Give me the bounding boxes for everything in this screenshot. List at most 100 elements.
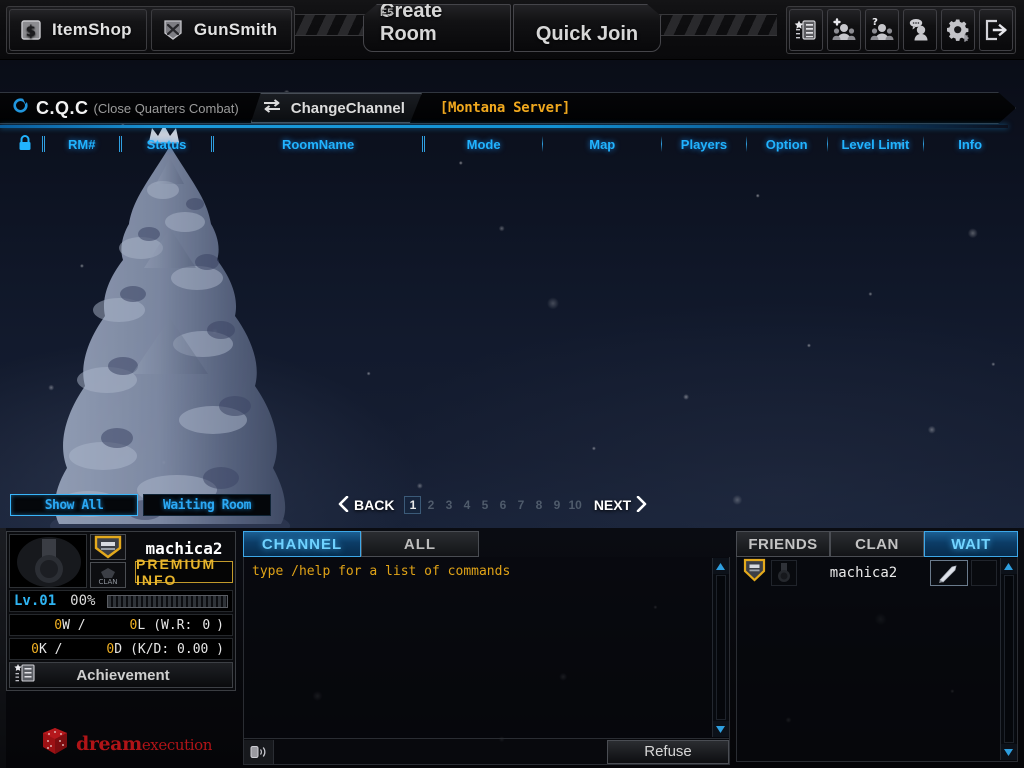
tab-clan[interactable]: CLAN: [830, 531, 924, 557]
utility-icon-group: ?: [786, 6, 1016, 54]
quick-join-button[interactable]: Quick Join: [513, 4, 661, 52]
column-header-option[interactable]: Option: [747, 137, 827, 152]
room-list-footer: Show All Waiting Room BACK 1 2 3 4 5 6 7…: [0, 494, 1024, 528]
page-back-label: BACK: [354, 497, 395, 513]
chat-message-area[interactable]: type /help for a list of commands: [243, 557, 730, 739]
settings-gear-icon-button[interactable]: [941, 9, 975, 51]
page-number-9[interactable]: 9: [548, 496, 565, 514]
logo-wordmark: dreamexecution: [76, 733, 212, 755]
refresh-channel-icon[interactable]: [12, 97, 29, 119]
tab-wait[interactable]: WAIT: [924, 531, 1018, 557]
page-next-button[interactable]: NEXT: [593, 495, 647, 515]
tab-all[interactable]: ALL: [361, 531, 479, 557]
channel-bar: C.Q.C (Close Quarters Combat) ChangeChan…: [0, 92, 1016, 124]
friend-empty-slot: [971, 560, 997, 586]
show-all-filter-button[interactable]: Show All: [10, 494, 138, 516]
column-header-info[interactable]: Info: [924, 137, 1016, 152]
premium-info-button[interactable]: PREMIUM INFO: [135, 556, 233, 588]
profile-header-row: CLAN machica2 PREMIUM INFO: [9, 534, 233, 588]
kills-unit: K /: [38, 641, 63, 657]
chat-message: type /help for a list of commands: [252, 564, 511, 579]
chat-tab-row: CHANNEL ALL: [243, 531, 730, 557]
friends-list-area[interactable]: machica2: [736, 557, 1018, 762]
exp-percent: 00%: [70, 593, 96, 609]
column-header-mode[interactable]: Mode: [425, 137, 543, 152]
page-back-button[interactable]: BACK: [338, 495, 395, 515]
gunsmith-button[interactable]: GunSmith: [150, 9, 293, 51]
exit-icon-button[interactable]: [979, 9, 1013, 51]
quick-join-label: Quick Join: [535, 23, 639, 45]
svg-text:CLAN: CLAN: [99, 578, 118, 586]
friends-scroll-track[interactable]: [1003, 575, 1014, 743]
friends-scrollbar[interactable]: [1000, 558, 1017, 760]
chat-icon: [908, 18, 932, 42]
change-channel-button[interactable]: ChangeChannel: [251, 93, 422, 123]
column-header-roomname[interactable]: RoomName: [214, 137, 421, 152]
page-number-2[interactable]: 2: [422, 496, 439, 514]
add-friend-icon: [832, 18, 856, 42]
scroll-down-icon[interactable]: [1000, 744, 1017, 760]
page-number-3[interactable]: 3: [440, 496, 457, 514]
page-next-label: NEXT: [593, 497, 632, 513]
knife-icon[interactable]: [930, 560, 968, 586]
deaths-value: 0: [106, 641, 115, 657]
dreamexecution-logo: dreamexecution: [40, 726, 212, 761]
chat-icon-button[interactable]: [903, 9, 937, 51]
crossed-guns-shield-icon: [161, 18, 185, 42]
tab-channel[interactable]: CHANNEL: [243, 531, 361, 557]
chat-scroll-track[interactable]: [715, 575, 726, 720]
clan-emblem-icon[interactable]: CLAN: [90, 562, 126, 588]
page-number-7[interactable]: 7: [512, 496, 529, 514]
tab-friends[interactable]: FRIENDS: [736, 531, 830, 557]
settings-gear-icon: [946, 18, 970, 42]
column-header-lock[interactable]: [8, 134, 42, 154]
find-player-icon-button[interactable]: ?: [865, 9, 899, 51]
page-number-8[interactable]: 8: [530, 496, 547, 514]
column-header-status[interactable]: Status: [122, 137, 212, 152]
rank-shield-icon[interactable]: [90, 534, 126, 560]
losses-value: 0: [129, 617, 138, 633]
win-loss-row: 0 W / 0 L (W.R: 0 ): [9, 614, 233, 636]
kills-value: 0: [31, 641, 39, 657]
channel-mode-fullname: (Close Quarters Combat): [93, 100, 239, 116]
chat-input[interactable]: [274, 739, 607, 764]
waiting-room-filter-button[interactable]: Waiting Room: [143, 494, 271, 516]
kill-death-row: 0 K / 0 D (K/D: 0.00 ): [9, 638, 233, 660]
list-item[interactable]: machica2: [737, 557, 1017, 587]
add-friend-icon-button[interactable]: [827, 9, 861, 51]
room-action-buttons: F5 Create Room Quick Join: [363, 4, 661, 52]
achievement-label: Achievement: [76, 666, 170, 684]
friends-tab-row: FRIENDS CLAN WAIT: [736, 531, 1018, 557]
exit-icon: [984, 18, 1008, 42]
profile-identity: machica2 PREMIUM INFO: [131, 534, 233, 588]
lock-icon: [18, 134, 32, 154]
column-header-level-limit[interactable]: Level Limit: [828, 137, 924, 152]
scroll-down-icon[interactable]: [712, 721, 729, 737]
megaphone-icon[interactable]: [244, 739, 274, 764]
page-number-1[interactable]: 1: [404, 496, 422, 514]
hazard-stripes-right: [652, 14, 777, 36]
dollar-shield-icon: $: [19, 18, 43, 42]
create-room-label: Create Room: [380, 0, 443, 45]
create-room-button[interactable]: F5 Create Room: [363, 4, 511, 52]
page-number-4[interactable]: 4: [458, 496, 475, 514]
win-rate-close: ): [216, 617, 224, 633]
svg-text:$: $: [26, 22, 37, 40]
column-header-players[interactable]: Players: [662, 137, 746, 152]
itemshop-button[interactable]: $ ItemShop: [9, 9, 147, 51]
room-list-area[interactable]: [8, 158, 1016, 490]
chat-scrollbar[interactable]: [712, 558, 729, 737]
room-list-icon-button[interactable]: [789, 9, 823, 51]
scroll-up-icon[interactable]: [712, 558, 729, 574]
wins-value: 0: [54, 617, 63, 633]
page-number-10[interactable]: 10: [566, 496, 583, 514]
refuse-button[interactable]: Refuse: [607, 739, 729, 764]
page-number-5[interactable]: 5: [476, 496, 493, 514]
create-room-hotkey: F5: [380, 7, 394, 19]
column-header-rm[interactable]: RM#: [45, 137, 119, 152]
column-header-map[interactable]: Map: [543, 137, 661, 152]
medal-icon: [9, 534, 87, 588]
scroll-up-icon[interactable]: [1000, 558, 1017, 574]
page-number-6[interactable]: 6: [494, 496, 511, 514]
achievement-button[interactable]: Achievement: [9, 662, 233, 688]
